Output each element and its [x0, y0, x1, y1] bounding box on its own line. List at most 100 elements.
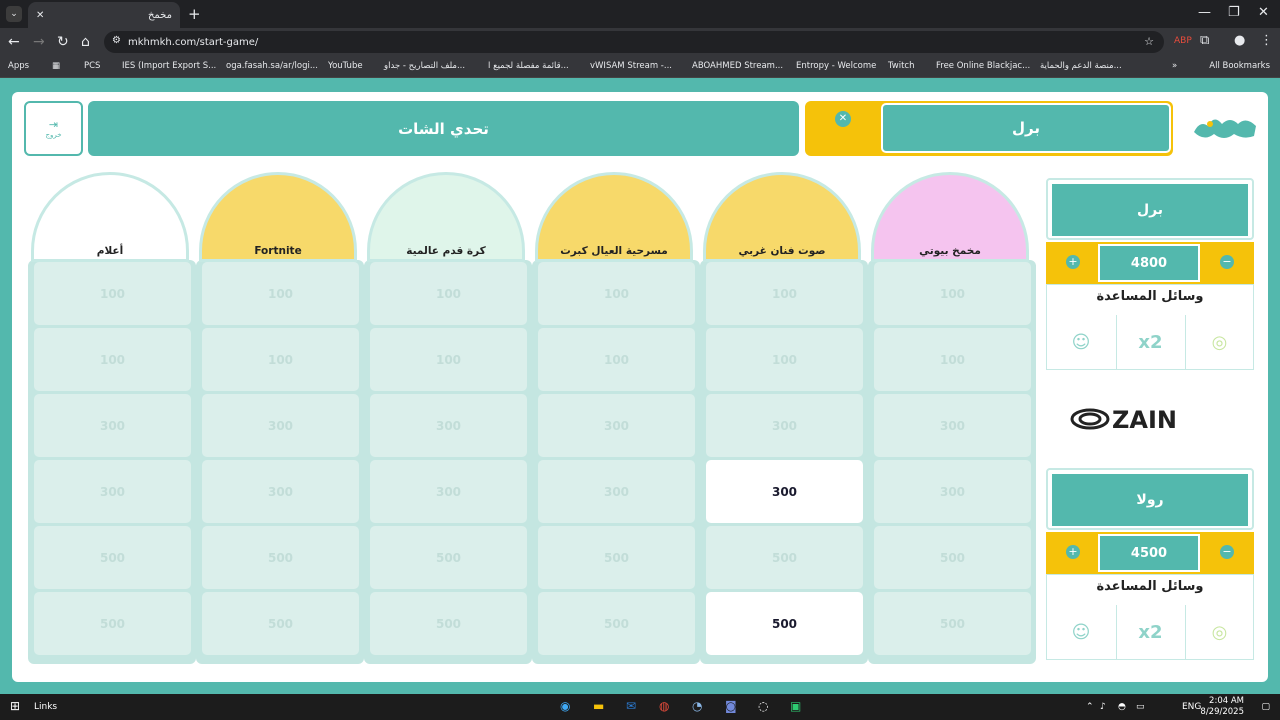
exit-button[interactable]: ⇥ خروج [24, 101, 83, 156]
minimize-icon[interactable]: — [1198, 5, 1211, 20]
question-tile[interactable]: 500 [706, 592, 863, 655]
tray-overflow-icon[interactable]: ⌃ [1086, 702, 1094, 712]
extensions-icon[interactable]: ⧉ [1200, 33, 1209, 48]
question-tile[interactable]: 100 [538, 328, 695, 391]
question-tile[interactable]: 300 [538, 460, 695, 523]
question-tile[interactable]: 300 [706, 460, 863, 523]
question-tile[interactable]: 100 [370, 328, 527, 391]
notification-icon[interactable]: ▢ [1261, 702, 1270, 712]
volume-icon[interactable]: ♪ [1100, 702, 1106, 712]
question-tile[interactable]: 500 [34, 526, 191, 589]
question-tile[interactable]: 100 [706, 328, 863, 391]
network-icon[interactable]: ◓ [1118, 702, 1126, 712]
call-friend-icon[interactable]: ☺ [1047, 605, 1115, 659]
question-tile[interactable]: 100 [34, 262, 191, 325]
question-tile[interactable]: 300 [370, 394, 527, 457]
question-tile[interactable]: 300 [202, 460, 359, 523]
question-tile[interactable]: 100 [370, 262, 527, 325]
app-icon[interactable]: ◌ [758, 699, 768, 713]
bookmark-ies[interactable]: IES (Import Export S... [122, 61, 216, 71]
bookmark-apps[interactable]: Apps [8, 61, 29, 71]
home-icon[interactable]: ⌂ [81, 34, 90, 50]
grid-icon[interactable]: ▦ [52, 61, 60, 71]
timer-icon[interactable]: ◎ [1185, 315, 1253, 369]
question-tile[interactable]: 500 [874, 526, 1031, 589]
question-tile[interactable]: 500 [538, 526, 695, 589]
site-info-icon[interactable]: ⚙ [112, 35, 121, 46]
discord-icon[interactable]: ◙ [725, 699, 737, 713]
bookmark-permits[interactable]: ملف التصاريح - جداو... [384, 61, 465, 71]
question-tile[interactable]: 300 [370, 460, 527, 523]
bookmark-list[interactable]: قائمة مفصلة لجميع ا... [488, 61, 569, 71]
address-bar[interactable]: ⚙ mkhmkh.com/start-game/ ☆ [104, 31, 1164, 53]
new-tab-button[interactable]: + [188, 5, 201, 23]
file-explorer-icon[interactable]: ▬ [593, 699, 604, 713]
bookmark-pcs[interactable]: PCS [84, 61, 100, 71]
back-icon[interactable]: ← [8, 34, 20, 50]
bookmark-fasah[interactable]: oga.fasah.sa/ar/logi... [226, 61, 318, 71]
bookmark-vwisam[interactable]: vWISAM Stream -... [590, 61, 672, 71]
question-tile[interactable]: 100 [202, 262, 359, 325]
score-minus-button[interactable]: − [1220, 545, 1234, 559]
current-turn-bar: برل ✕ [805, 101, 1173, 156]
score-plus-button[interactable]: + [1066, 545, 1080, 559]
menu-icon[interactable]: ⋮ [1260, 33, 1273, 48]
taskbar-links[interactable]: Links [34, 702, 57, 712]
question-tile[interactable]: 500 [874, 592, 1031, 655]
call-friend-icon[interactable]: ☺ [1047, 315, 1115, 369]
bookmarks-overflow-icon[interactable]: » [1172, 61, 1177, 71]
double-points-icon[interactable]: x2 [1116, 315, 1184, 369]
window-close-icon[interactable]: ✕ [1258, 5, 1269, 20]
bookmark-star-icon[interactable]: ☆ [1144, 35, 1154, 48]
chrome-icon[interactable]: ◍ [659, 699, 669, 713]
question-tile[interactable]: 300 [874, 394, 1031, 457]
bookmark-youtube[interactable]: YouTube [328, 61, 363, 71]
bookmark-twitch[interactable]: Twitch [888, 61, 915, 71]
skip-turn-button[interactable]: ✕ [825, 111, 861, 143]
profile-icon[interactable]: ● [1234, 33, 1245, 48]
clock[interactable]: 2:04 AM 8/29/2025 [1200, 696, 1244, 718]
question-tile[interactable]: 100 [874, 262, 1031, 325]
question-tile[interactable]: 500 [202, 592, 359, 655]
restore-icon[interactable]: ❐ [1228, 5, 1240, 20]
display-icon[interactable]: ▭ [1136, 702, 1145, 712]
double-points-icon[interactable]: x2 [1116, 605, 1184, 659]
close-icon[interactable]: ✕ [36, 10, 44, 21]
question-tile[interactable]: 300 [538, 394, 695, 457]
question-tile[interactable]: 500 [370, 526, 527, 589]
question-tile[interactable]: 300 [706, 394, 863, 457]
question-tile[interactable]: 500 [202, 526, 359, 589]
question-tile[interactable]: 300 [34, 394, 191, 457]
question-tile[interactable]: 100 [34, 328, 191, 391]
bookmark-support[interactable]: منصة الدعم والحماية... [1040, 61, 1122, 71]
question-tile[interactable]: 500 [370, 592, 527, 655]
question-tile[interactable]: 300 [34, 460, 191, 523]
question-tile[interactable]: 100 [538, 262, 695, 325]
question-tile[interactable]: 100 [706, 262, 863, 325]
steam-icon[interactable]: ◔ [692, 699, 702, 713]
all-bookmarks[interactable]: All Bookmarks [1209, 61, 1270, 71]
question-tile[interactable]: 300 [202, 394, 359, 457]
adblock-icon[interactable]: ABP [1174, 36, 1192, 46]
forward-icon[interactable]: → [33, 34, 45, 50]
edge-icon[interactable]: ◉ [560, 699, 570, 713]
bookmark-entropy[interactable]: Entropy - Welcome [796, 61, 876, 71]
question-tile[interactable]: 100 [874, 328, 1031, 391]
score-minus-button[interactable]: − [1220, 255, 1234, 269]
terminal-icon[interactable]: ▣ [790, 699, 801, 713]
question-tile[interactable]: 300 [874, 460, 1031, 523]
question-tile[interactable]: 100 [202, 328, 359, 391]
outlook-icon[interactable]: ✉ [626, 699, 636, 713]
score-plus-button[interactable]: + [1066, 255, 1080, 269]
start-icon[interactable]: ⊞ [10, 699, 20, 713]
question-tile[interactable]: 500 [538, 592, 695, 655]
browser-tab[interactable]: ✕ مخمخ [28, 2, 180, 28]
question-tile[interactable]: 500 [34, 592, 191, 655]
bookmark-blackjack[interactable]: Free Online Blackjac... [936, 61, 1030, 71]
language-indicator[interactable]: ENG [1182, 702, 1201, 712]
question-tile[interactable]: 500 [706, 526, 863, 589]
timer-icon[interactable]: ◎ [1185, 605, 1253, 659]
reload-icon[interactable]: ↻ [57, 34, 69, 50]
bookmark-aboahmed[interactable]: ABOAHMED Stream... [692, 61, 783, 71]
tab-search-button[interactable]: ⌄ [6, 6, 22, 22]
